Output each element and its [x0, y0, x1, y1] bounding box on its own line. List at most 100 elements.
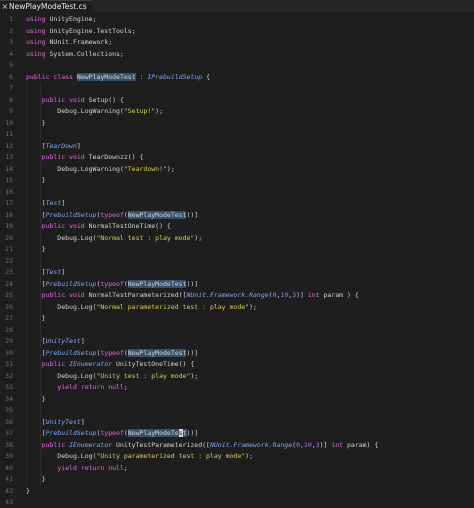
code-token: return: [80, 383, 105, 391]
code-line: 33 yield return null;: [0, 382, 474, 393]
code-token: PrebuildSetup: [45, 210, 97, 219]
code-token: public: [41, 291, 66, 299]
line-number: 16: [5, 187, 13, 196]
close-tab-icon[interactable]: ×: [1, 1, 9, 12]
code-token: Debug.: [26, 107, 81, 115]
code-text: yield return null;: [26, 463, 127, 474]
code-line: 25 public void NormalTestParameterized([…: [0, 290, 474, 301]
code-text: [PrebuildSetup(typeof(NewPlayModeTest))]: [26, 348, 198, 359]
line-number: 17: [5, 199, 13, 207]
line-number: 35: [5, 406, 13, 414]
code-line: 10 }: [0, 118, 474, 129]
code-token: void: [69, 95, 85, 104]
line-number: 26: [5, 302, 13, 311]
code-token: class: [53, 72, 73, 81]
code-token: NewPlayModeTe: [127, 429, 179, 437]
code-line: 37 [PrebuildSetup(typeof(NewPlayModeTest…: [0, 428, 474, 439]
code-token: null: [108, 463, 124, 472]
code-token: NewPlayModeTest: [127, 210, 187, 219]
code-token: TearDown: [45, 141, 77, 150]
code-token: using: [26, 38, 46, 46]
code-line: 9 Debug.LogWarning("Setup!");: [0, 106, 474, 117]
code-text: Debug.Log("Normal test : play mode");: [26, 233, 202, 244]
code-line: 20 Debug.Log("Normal test : play mode");: [0, 233, 474, 244]
code-line: 42}: [0, 486, 474, 497]
code-token: );: [194, 233, 203, 242]
code-line: 32 Debug.Log("Unity test : play mode");: [0, 371, 474, 382]
code-token: );: [245, 452, 253, 460]
code-token: IPrebuildSetup: [147, 72, 203, 81]
code-token: ))]: [186, 279, 199, 288]
code-line: 8 public void Setup() {: [0, 95, 474, 106]
code-token: Debug.Log(: [26, 452, 97, 460]
code-line: 26 Debug.Log("Normal parameterized test …: [0, 302, 474, 313]
code-token: typeof: [100, 348, 124, 357]
code-token: }: [26, 314, 46, 322]
code-editor[interactable]: 1 using UnityEngine; 2 using UnityEngine.Te…: [0, 14, 474, 506]
code-text: [Test]: [26, 198, 66, 209]
code-token: s: [178, 429, 183, 437]
code-line: 19 public void NormalTestOneTime() {: [0, 221, 474, 232]
code-text: Debug.Log("Normal parameterized test : p…: [26, 302, 257, 313]
code-line: 35: [0, 405, 474, 416]
code-line: 36 [UnityTest]: [0, 417, 474, 428]
code-line: 3 using NUnit.Framework;: [0, 37, 474, 48]
line-number: 42: [5, 486, 13, 495]
code-line: 4 using System.Collections;: [0, 49, 474, 60]
code-token: );: [155, 107, 163, 115]
code-token: NUnit.Framework.Range: [209, 440, 293, 449]
code-token: "Setup!": [123, 107, 156, 115]
code-text: public void TearDownzz() {: [26, 152, 144, 163]
code-token: ))]: [186, 348, 199, 357]
code-token: UnityTest: [45, 417, 81, 426]
code-text: Debug.Log("Unity parameterized test : pl…: [26, 451, 253, 462]
code-line: 12 [TearDown]: [0, 141, 474, 152]
code-token: :: [135, 72, 148, 81]
code-token: public: [41, 222, 66, 230]
code-token: PrebuildSetup: [45, 348, 97, 357]
code-token: ))]: [186, 429, 199, 437]
code-token: Debug.Log(: [26, 233, 97, 242]
code-token: [: [26, 141, 46, 150]
code-text: [UnityTest]: [26, 336, 85, 347]
code-token: IEnumerator: [69, 440, 113, 449]
code-text: using UnityEngine;: [26, 14, 96, 25]
line-number: 6: [9, 72, 13, 81]
code-token: void: [69, 222, 85, 230]
code-token: UnityEngine;: [45, 15, 97, 23]
code-text: public class NewPlayModeTest : IPrebuild…: [26, 72, 210, 83]
code-token: public: [41, 440, 66, 449]
code-token: [: [26, 210, 46, 219]
code-token: typeof: [100, 279, 124, 288]
line-number: 18: [5, 210, 13, 219]
line-number: 20: [5, 233, 13, 242]
code-text: public IEnumerator UnityTestOneTime() {: [26, 359, 195, 370]
code-token: System.Collections;: [45, 49, 124, 58]
code-line: 24 [PrebuildSetup(typeof(NewPlayModeTest…: [0, 279, 474, 290]
line-number: 27: [5, 314, 13, 322]
line-number: 25: [5, 291, 13, 299]
tab-filename: NewPlayModeTest.cs: [9, 2, 87, 11]
code-text: public void NormalTestOneTime() {: [26, 221, 171, 232]
line-number: 43: [5, 498, 13, 506]
code-text: }: [26, 244, 46, 255]
code-token: }: [26, 245, 46, 253]
code-text: public IEnumerator UnityTestParameterize…: [26, 440, 379, 451]
code-token: ]: [61, 268, 66, 276]
editor-tab[interactable]: × NewPlayModeTest.cs: [0, 0, 92, 12]
line-number: 40: [5, 463, 13, 472]
code-text: [TearDown]: [26, 141, 81, 152]
code-line: 18 [PrebuildSetup(typeof(NewPlayModeTest…: [0, 210, 474, 221]
line-number: 15: [5, 176, 13, 184]
code-text: [PrebuildSetup(typeof(NewPlayModeTest))]: [26, 210, 198, 221]
line-number: 29: [5, 337, 13, 345]
code-token: NewPlayModeTest: [76, 72, 136, 81]
line-number: 37: [5, 429, 13, 437]
code-token: "Normal test : play mode": [96, 233, 195, 242]
code-text: using System.Collections;: [26, 49, 124, 60]
code-token: UnityEngine.TestTools;: [45, 26, 136, 35]
